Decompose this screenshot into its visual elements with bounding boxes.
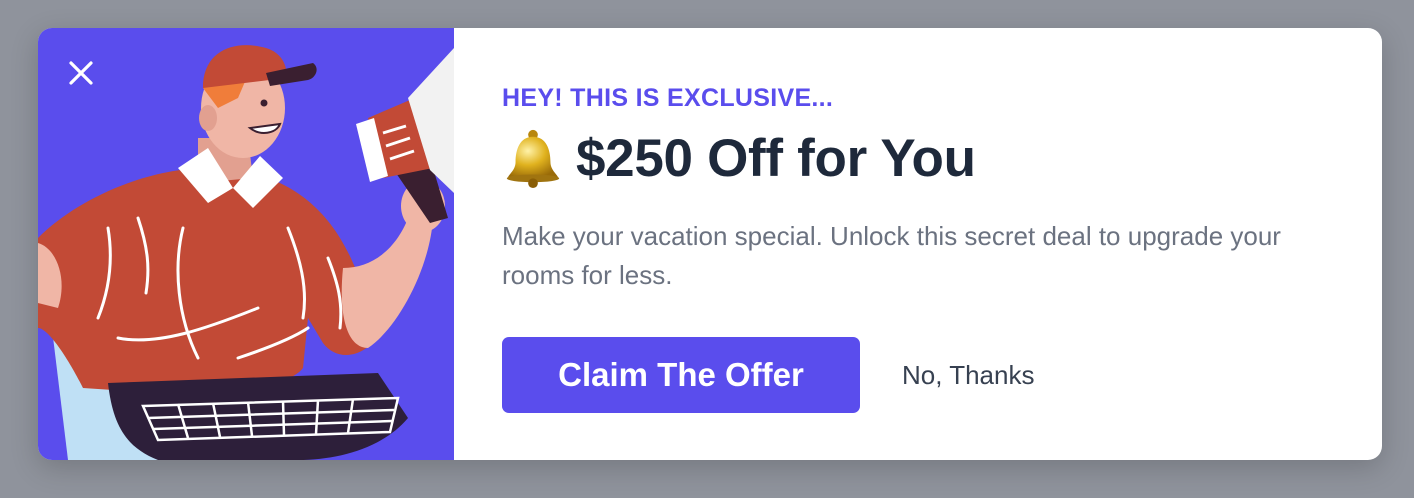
close-icon [69, 61, 93, 85]
offer-title: $250 Off for You [576, 128, 976, 188]
close-button[interactable] [64, 56, 98, 90]
claim-offer-button[interactable]: Claim The Offer [502, 337, 860, 413]
bell-icon [506, 129, 560, 189]
offer-eyebrow: HEY! THIS IS EXCLUSIVE... [502, 84, 834, 112]
dismiss-button[interactable]: No, Thanks [902, 360, 1034, 391]
offer-description: Make your vacation special. Unlock this … [502, 221, 1281, 290]
offer-actions: Claim The Offer No, Thanks [502, 337, 1334, 413]
megaphone-man-illustration [38, 45, 454, 460]
offer-content: HEY! THIS IS EXCLUSIVE... $250 Off for Y… [454, 28, 1382, 460]
offer-headline: $250 Off for You [502, 127, 1334, 189]
offer-modal: HEY! THIS IS EXCLUSIVE... $250 Off for Y… [38, 28, 1382, 460]
promo-illustration [38, 28, 454, 460]
